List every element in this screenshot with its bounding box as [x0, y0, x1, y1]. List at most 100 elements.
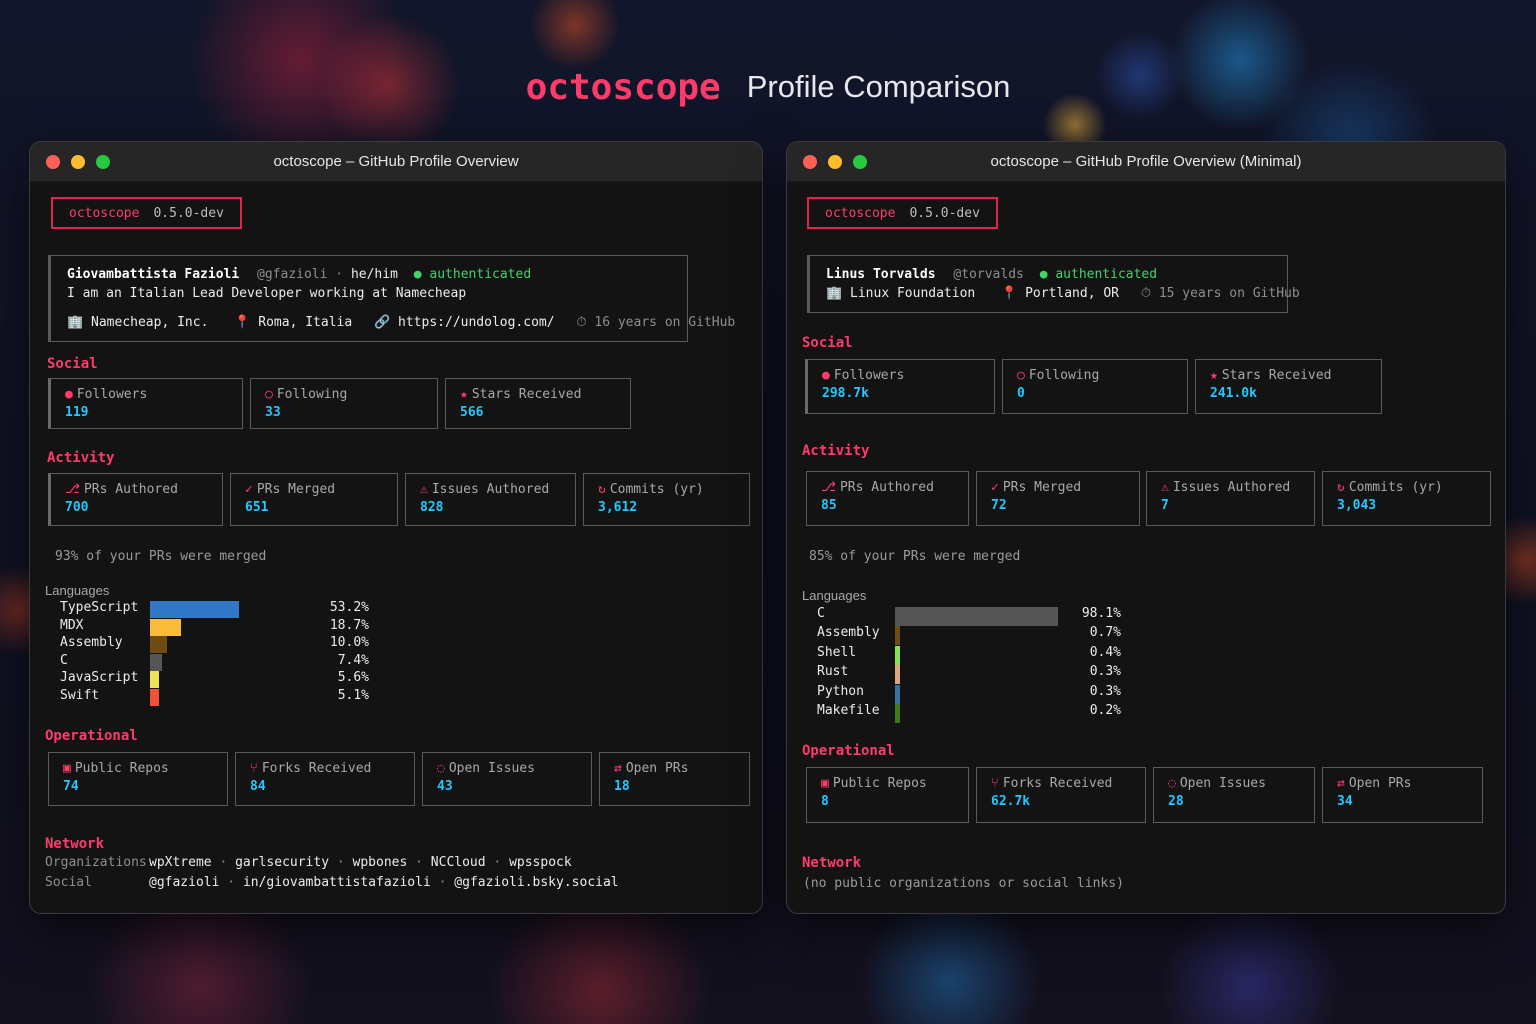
profile-meta: 🏢 Namecheap, Inc. 📍 Roma, Italia 🔗 https…: [67, 313, 735, 332]
stat-commits: ↻ Commits (yr) 3,043: [1322, 471, 1491, 526]
profile-handle[interactable]: @gfazioli: [257, 267, 327, 282]
merge-rate-note: 93% of your PRs were merged: [55, 549, 267, 564]
language-bar: [150, 671, 160, 689]
stat-followers: ● Followers 119: [48, 378, 243, 429]
social-link[interactable]: @gfazioli: [149, 875, 219, 890]
org-link[interactable]: wpsspock: [509, 855, 572, 870]
brand-title: octoscope: [525, 66, 721, 108]
clock-icon: ⏱: [576, 315, 587, 330]
badge-version: 0.5.0-dev: [909, 205, 980, 221]
language-name: Rust: [817, 664, 849, 680]
check-icon: ✓: [991, 480, 999, 495]
stat-forks: ⑂ Forks Received 84: [235, 752, 415, 806]
profile-handle[interactable]: @torvalds: [953, 267, 1023, 282]
stat-issues-authored: ⚠ Issues Authored 7: [1146, 471, 1315, 526]
following-value: 0: [1017, 386, 1025, 401]
profile-line-1: Giovambattista Fazioli @gfazioli · he/hi…: [67, 267, 532, 282]
repo-icon: ▣: [821, 776, 829, 791]
window-titlebar[interactable]: octoscope – GitHub Profile Overview (Min…: [787, 142, 1505, 182]
pin-icon: 📍: [1001, 286, 1018, 301]
section-social: Social: [802, 335, 853, 351]
language-percent: 53.2%: [329, 600, 369, 615]
star-icon: ★: [460, 387, 468, 402]
badge-app-name: octoscope: [69, 205, 140, 221]
star-icon: ★: [1210, 368, 1218, 383]
language-bar: [150, 653, 163, 671]
stat-open-issues: ◌ Open Issues 43: [422, 752, 592, 806]
section-operational: Operational: [45, 728, 138, 744]
language-bar: [150, 601, 239, 618]
section-network: Network: [802, 855, 862, 871]
status-dot-icon: ●: [413, 267, 422, 282]
page-header: octoscope Profile Comparison: [0, 62, 1536, 112]
profile-meta: 🏢 Linux Foundation 📍 Portland, OR ⏱ 15 y…: [826, 284, 1300, 303]
section-operational: Operational: [802, 743, 895, 759]
language-bar: [895, 626, 900, 646]
profile-card: Linus Torvalds @torvalds ● authenticated…: [807, 255, 1300, 313]
language-percent: 0.3%: [1089, 664, 1121, 680]
language-bar: [895, 665, 900, 685]
window-title: octoscope – GitHub Profile Overview (Min…: [990, 153, 1302, 170]
profile-company: Namecheap, Inc.: [91, 315, 209, 330]
traffic-lights: [46, 155, 110, 169]
minimize-window-button[interactable]: [828, 155, 842, 169]
profile-tenure: 16 years on GitHub: [594, 315, 736, 330]
clock-icon: ⏱: [1140, 286, 1151, 301]
network-empty-note: (no public organizations or social links…: [803, 876, 1124, 891]
stars-value: 241.0k: [1210, 386, 1257, 401]
building-icon: 🏢: [67, 315, 84, 330]
stat-prs-authored: ⎇ PRs Authored 700: [48, 473, 223, 526]
language-percent: 0.2%: [1089, 703, 1121, 718]
window-full-profile: octoscope – GitHub Profile Overview octo…: [29, 141, 763, 914]
language-name: Assembly: [60, 635, 123, 651]
stat-open-prs: ⇄ Open PRs 18: [599, 752, 750, 806]
social-link[interactable]: in/giovambattistafazioli: [243, 875, 431, 890]
profile-card: Giovambattista Fazioli @gfazioli · he/hi…: [48, 255, 735, 342]
auth-status: authenticated: [429, 267, 532, 282]
language-percent: 7.4%: [337, 652, 369, 668]
stat-public-repos: ▣ Public Repos 8: [806, 767, 969, 823]
stat-open-prs: ⇄ Open PRs 34: [1322, 767, 1483, 823]
stat-following: ○ Following 33: [250, 378, 438, 429]
followers-value: 298.7k: [822, 386, 869, 401]
language-name: Assembly: [817, 625, 880, 641]
profile-website[interactable]: https://undolog.com/: [398, 315, 555, 330]
social-link[interactable]: @gfazioli.bsky.social: [454, 875, 618, 890]
language-percent: 0.7%: [1089, 625, 1121, 641]
pr-icon: ⎇: [821, 480, 836, 495]
org-link[interactable]: wpXtreme: [149, 855, 212, 870]
zoom-window-button[interactable]: [853, 155, 867, 169]
pin-icon: 📍: [234, 315, 251, 330]
org-link[interactable]: wpbones: [353, 855, 408, 870]
fork-icon: ⑂: [250, 761, 258, 776]
profile-location: Roma, Italia: [258, 315, 353, 330]
language-percent: 18.7%: [329, 617, 369, 633]
language-bar: [895, 704, 900, 723]
stat-commits: ↻ Commits (yr) 3,612: [583, 473, 750, 526]
language-name: Makefile: [817, 703, 880, 718]
minimize-window-button[interactable]: [71, 155, 85, 169]
close-window-button[interactable]: [46, 155, 60, 169]
profile-line-1: Linus Torvalds @torvalds ● authenticated: [826, 265, 1271, 284]
warning-icon: ⚠: [1161, 480, 1169, 495]
language-bar: [895, 684, 900, 704]
stat-public-repos: ▣ Public Repos 74: [48, 752, 228, 806]
org-link[interactable]: garlsecurity: [235, 855, 329, 870]
org-link[interactable]: NCCloud: [431, 855, 486, 870]
stat-prs-merged: ✓ PRs Merged 72: [976, 471, 1140, 526]
section-activity: Activity: [47, 450, 115, 466]
commit-icon: ↻: [598, 482, 606, 497]
window-titlebar[interactable]: octoscope – GitHub Profile Overview: [30, 142, 762, 182]
close-window-button[interactable]: [803, 155, 817, 169]
section-social: Social: [47, 356, 98, 372]
following-icon: ○: [265, 387, 273, 402]
stat-prs-authored: ⎇ PRs Authored 85: [806, 471, 969, 526]
pr-icon: ⎇: [65, 482, 80, 497]
auth-status: authenticated: [1055, 267, 1158, 282]
merge-rate-note: 85% of your PRs were merged: [809, 549, 1021, 564]
language-percent: 0.3%: [1089, 683, 1121, 699]
language-bar: [150, 636, 167, 654]
section-activity: Activity: [802, 443, 870, 459]
zoom-window-button[interactable]: [96, 155, 110, 169]
language-name: Python: [817, 683, 864, 699]
